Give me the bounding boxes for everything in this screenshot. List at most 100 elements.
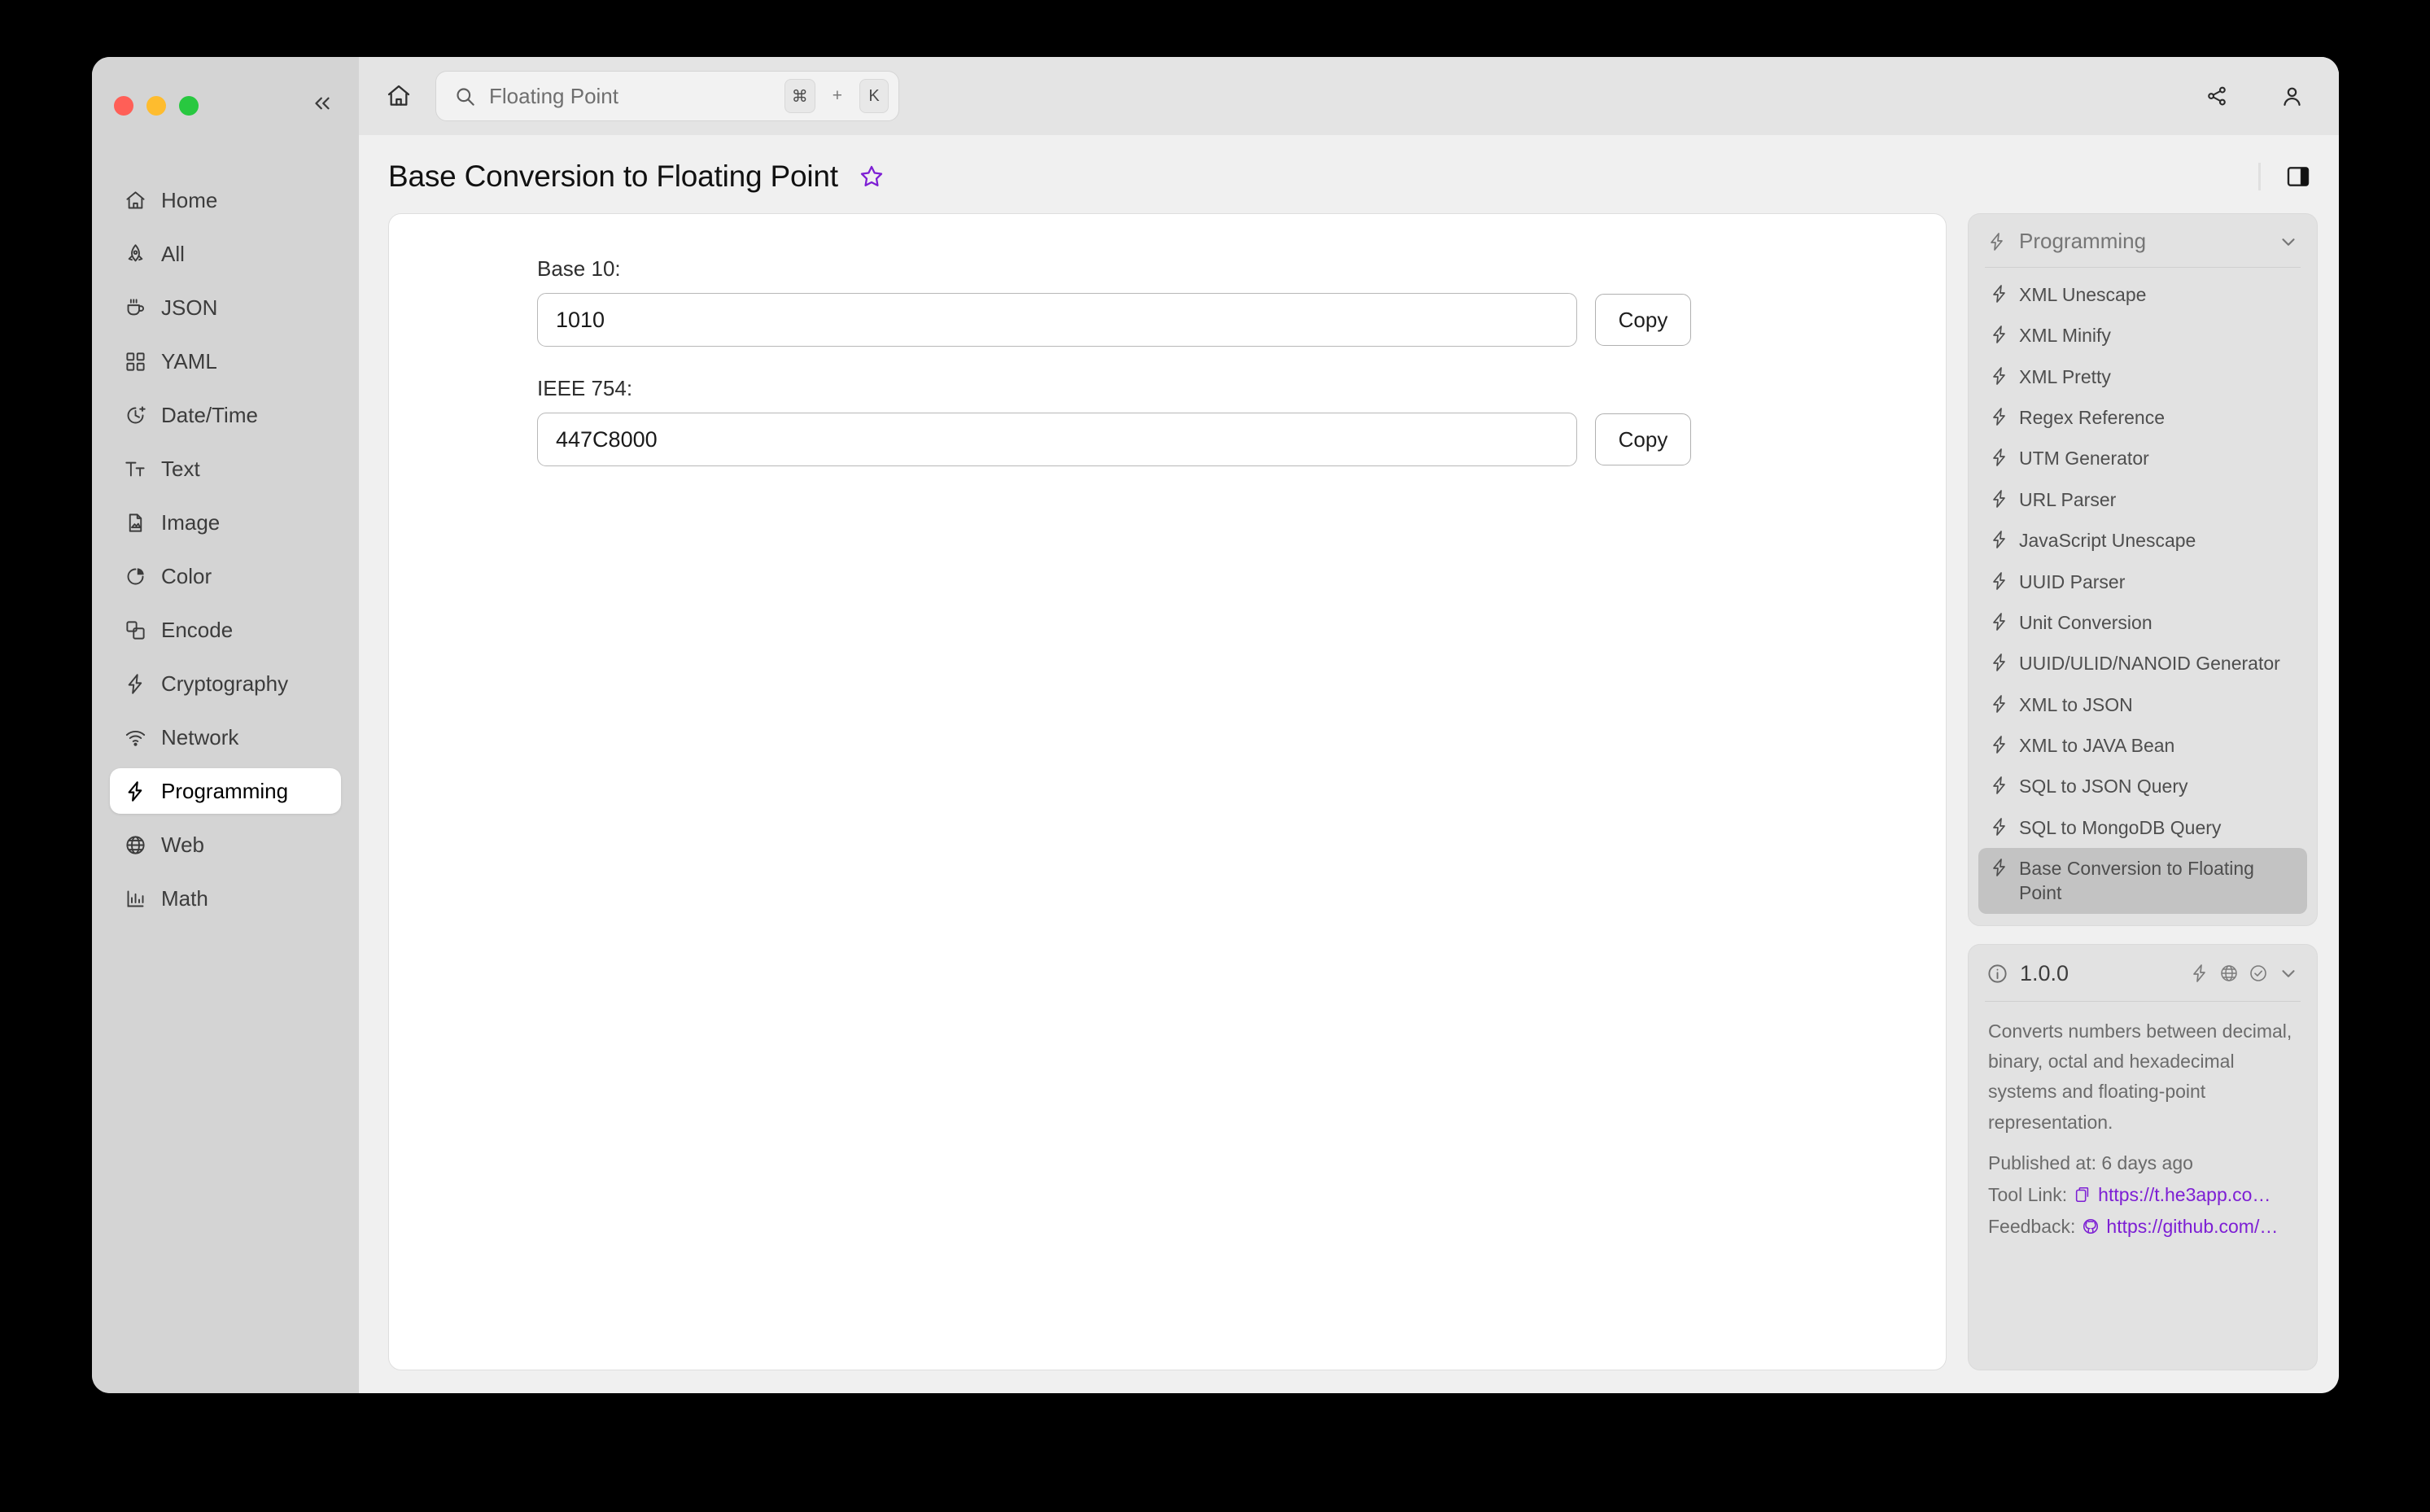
sidebar-item-label: Cryptography [161,671,289,696]
sidebar-item-encode[interactable]: Encode [110,607,341,653]
close-window-button[interactable] [114,95,133,116]
base10-row: Copy [537,293,1691,347]
ieee754-row: Copy [537,413,1691,466]
external-copy-icon[interactable] [2074,1186,2091,1204]
globe-icon [125,834,146,856]
bar-chart-icon [125,888,146,910]
sidebar-item-text[interactable]: Text [110,446,341,492]
sidebar-item-json[interactable]: JSON [110,285,341,330]
chevron-down-icon[interactable] [2278,231,2299,252]
sidebar-item-home[interactable]: Home [110,177,341,223]
sidebar-item-label: Programming [161,778,289,803]
rocket-icon [125,243,146,265]
tool-list-item[interactable]: UUID/ULID/NANOID Generator [1978,643,2307,684]
ieee754-label: IEEE 754: [537,376,633,400]
sidebar-item-web[interactable]: Web [110,822,341,867]
base10-field-block: Base 10: Copy [537,256,1691,347]
user-icon[interactable] [2272,76,2311,116]
tool-link-url[interactable]: https://t.he3app.co… [2098,1184,2270,1206]
tool-list-item-label: XML Unescape [2019,284,2147,305]
tool-list-item-label: Base Conversion to Floating Point [2019,858,2254,904]
tool-list-item-label: SQL to JSON Query [2019,776,2188,798]
grid-icon [125,351,146,373]
sidebar-item-color[interactable]: Color [110,553,341,599]
lightning-icon [1990,694,2009,714]
lightning-icon [1990,735,2009,754]
tool-list-item[interactable]: SQL to JSON Query [1978,766,2307,806]
sidebar-item-label: Network [161,724,239,749]
pie-chart-icon [125,566,146,588]
page-header: Base Conversion to Floating Point [359,135,2339,213]
category-header[interactable]: Programming [1969,214,2317,267]
sidebar-item-yaml[interactable]: YAML [110,339,341,384]
search-icon [454,85,476,107]
sidebar-item-label: Color [161,563,212,588]
image-file-icon [125,512,146,534]
body-split: Base 10: Copy IEEE 754: Copy [359,213,2339,1393]
tool-list-item[interactable]: XML to JAVA Bean [1978,725,2307,766]
sidebar-item-all[interactable]: All [110,231,341,277]
shortcut-command-key: ⌘ [784,79,815,113]
sidebar-item-label: Image [161,509,221,535]
search-input[interactable]: Floating Point ⌘ + K [435,71,899,121]
lightning-icon [1990,325,2009,344]
search-value: Floating Point [489,83,618,108]
maximize-window-button[interactable] [179,95,199,116]
lightning-icon [1990,817,2009,837]
copy-base10-button[interactable]: Copy [1595,294,1691,346]
lightning-icon [1990,776,2009,795]
text-size-icon [125,458,146,480]
wifi-icon [125,727,146,749]
conversion-form: Base 10: Copy IEEE 754: Copy [389,256,1691,466]
ieee754-input[interactable] [537,413,1577,466]
sidebar-item-image[interactable]: Image [110,500,341,545]
tool-list-item[interactable]: XML Unescape [1978,274,2307,315]
share-icon[interactable] [2197,76,2236,116]
lightning-icon [2190,964,2209,983]
sidebar-item-datetime[interactable]: Date/Time [110,392,341,438]
info-circle-icon [1986,963,2008,985]
feedback-url[interactable]: https://github.com/… [2106,1216,2278,1238]
chevron-down-icon[interactable] [2278,963,2299,984]
minimize-window-button[interactable] [146,95,166,116]
sidebar-nav: Home All JSON YAML Date/Time Text Image … [92,127,359,921]
tool-list-item[interactable]: JavaScript Unescape [1978,520,2307,561]
tool-list-item[interactable]: XML Minify [1978,315,2307,356]
tool-list-item[interactable]: URL Parser [1978,479,2307,520]
star-outline-icon[interactable] [856,161,887,192]
tool-list-item[interactable]: UUID Parser [1978,562,2307,602]
sidebar-item-programming[interactable]: Programming [110,768,341,814]
sidebar-item-label: Date/Time [161,402,258,427]
base10-input[interactable] [537,293,1577,347]
chevrons-left-icon[interactable] [308,90,336,117]
copy-ieee754-button[interactable]: Copy [1595,413,1691,465]
tool-list-item[interactable]: XML Pretty [1978,356,2307,397]
tool-list-item[interactable]: Regex Reference [1978,397,2307,438]
lightning-icon [1990,489,2009,509]
coffee-cup-icon [125,297,146,319]
info-header: 1.0.0 [1969,945,2317,1001]
tool-list-item[interactable]: SQL to MongoDB Query [1978,807,2307,848]
shortcut-letter-key: K [859,79,889,113]
app-window: Home All JSON YAML Date/Time Text Image … [92,57,2339,1393]
sidebar-toggle-icon[interactable] [2282,160,2314,193]
sidebar-item-label: Home [161,187,218,212]
lightning-icon [1990,448,2009,467]
lightning-icon [1990,653,2009,672]
sidebar-item-network[interactable]: Network [110,714,341,760]
lightning-icon [1986,231,2008,252]
tool-list-item-label: UTM Generator [2019,448,2149,470]
tool-list-item[interactable]: XML to JSON [1978,684,2307,725]
tool-list-item[interactable]: UTM Generator [1978,438,2307,479]
page-title: Base Conversion to Floating Point [388,160,838,193]
sidebar-item-label: Text [161,456,200,481]
sidebar-item-math[interactable]: Math [110,876,341,921]
tool-list-item-label: XML to JAVA Bean [2019,734,2175,756]
home-icon[interactable] [380,77,417,115]
tool-list-item-selected[interactable]: Base Conversion to Floating Point [1978,848,2307,914]
sidebar-item-cryptography[interactable]: Cryptography [110,661,341,706]
tool-card: Base 10: Copy IEEE 754: Copy [388,213,1947,1370]
github-icon[interactable] [2082,1217,2100,1235]
sidebar-item-label: Encode [161,617,234,642]
tool-list-item[interactable]: Unit Conversion [1978,602,2307,643]
